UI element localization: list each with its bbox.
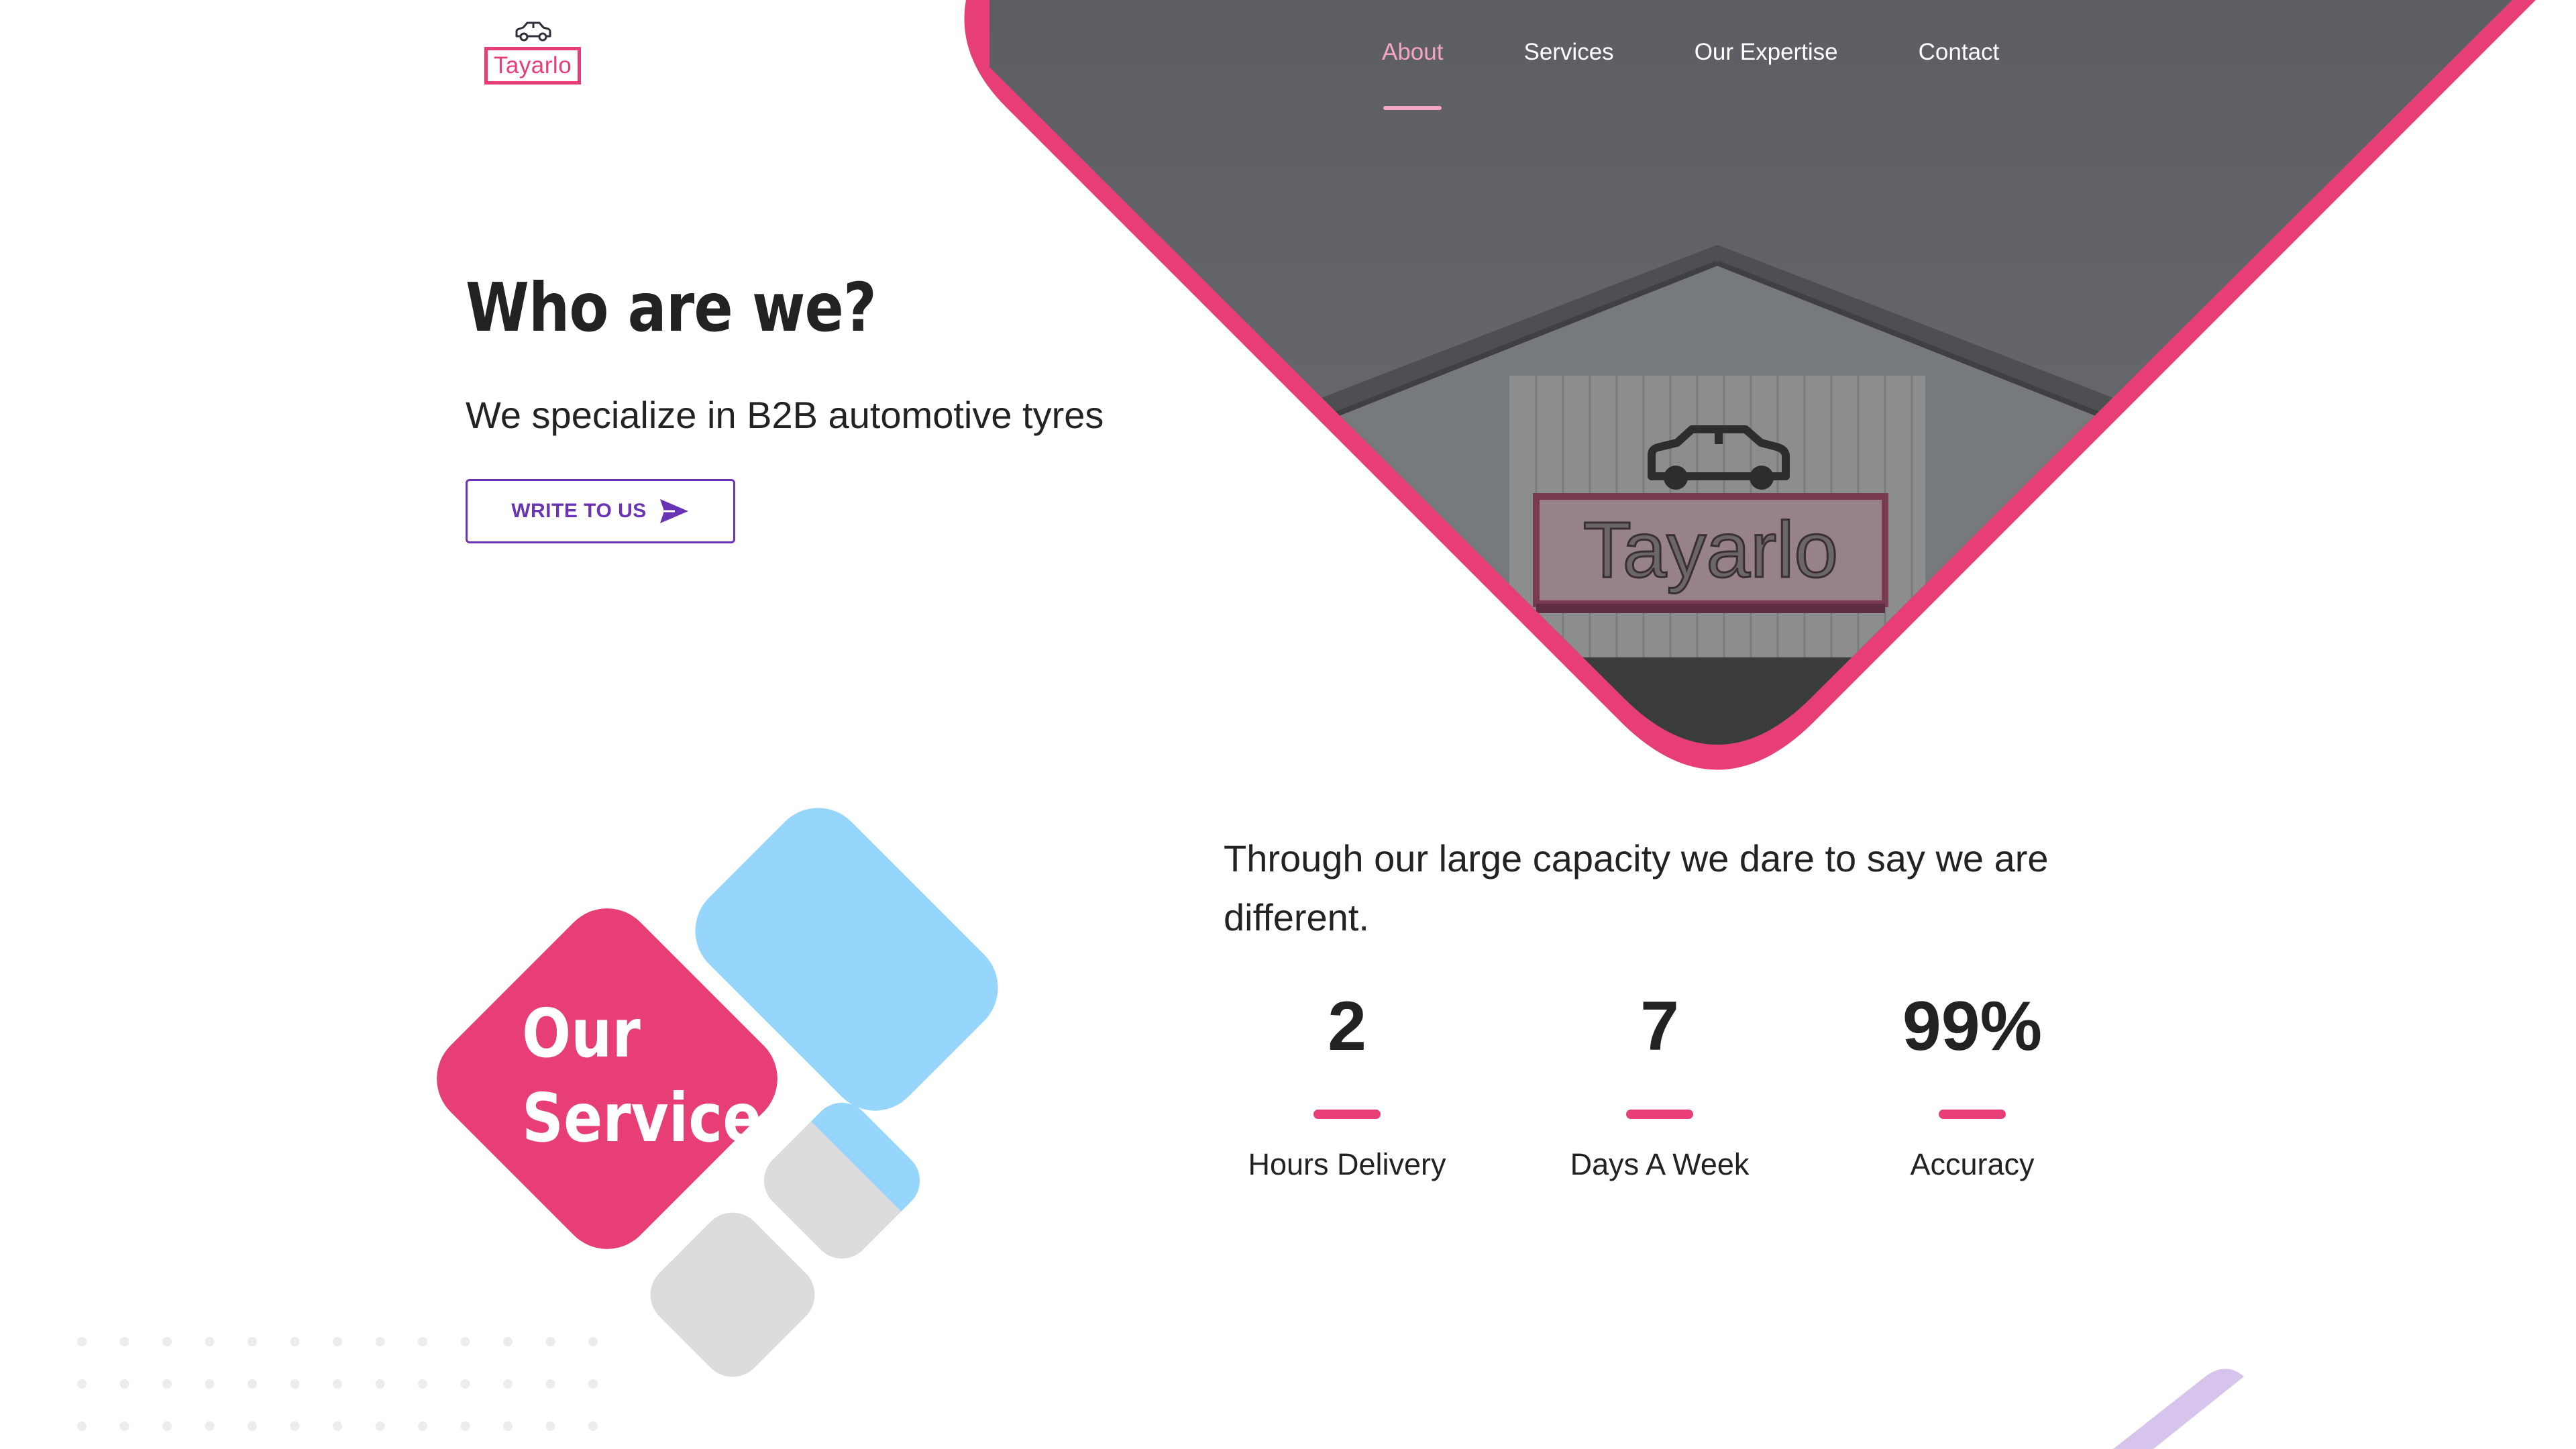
decorative-dot — [333, 1337, 342, 1346]
decorative-dot — [119, 1379, 129, 1389]
stat-value: 2 — [1328, 987, 1366, 1065]
decorative-dot — [333, 1421, 342, 1431]
decorative-dot — [375, 1337, 385, 1346]
decorative-dot — [119, 1337, 129, 1346]
decorative-dot — [248, 1337, 257, 1346]
decorative-dot — [205, 1421, 215, 1431]
car-icon — [515, 21, 551, 42]
decorative-dot — [162, 1337, 172, 1346]
decorative-dot — [418, 1379, 427, 1389]
write-to-us-button[interactable]: WRITE TO US — [466, 479, 735, 543]
nav-item-about[interactable]: About — [1382, 39, 1443, 110]
decorative-dot — [503, 1379, 513, 1389]
hero-subtitle: We specialize in B2B automotive tyres — [466, 394, 1104, 436]
decorative-dot — [333, 1379, 342, 1389]
stat-days-a-week: 7 Days A Week — [1505, 986, 1814, 1182]
decorative-dot — [545, 1379, 555, 1389]
sign-text: Tayarlo — [1583, 506, 1838, 594]
decorative-dot — [248, 1379, 257, 1389]
decorative-dot — [460, 1421, 470, 1431]
decorative-dot — [460, 1337, 470, 1346]
decorative-dot-grid — [77, 1337, 598, 1431]
decorative-dot — [503, 1337, 513, 1346]
decorative-dot — [588, 1379, 598, 1389]
write-to-us-label: WRITE TO US — [511, 500, 647, 522]
decorative-dot — [545, 1337, 555, 1346]
decorative-dot — [77, 1379, 87, 1389]
main-nav: About Services Our Expertise Contact — [1382, 39, 2080, 110]
stats-lead: Through our large capacity we dare to sa… — [1224, 837, 2049, 938]
decorative-dot — [588, 1337, 598, 1346]
decorative-dot — [503, 1421, 513, 1431]
decorative-dot — [162, 1379, 172, 1389]
gray-tile — [650, 1212, 815, 1377]
stat-value: 7 — [1640, 987, 1679, 1065]
stat-divider — [1939, 1110, 2006, 1119]
stat-label: Days A Week — [1570, 1147, 1750, 1181]
decorative-dot — [77, 1337, 87, 1346]
stat-divider — [1313, 1110, 1381, 1119]
decorative-dot — [162, 1421, 172, 1431]
send-icon — [659, 499, 688, 523]
decorative-dot — [290, 1379, 300, 1389]
stat-value: 99% — [1902, 987, 2043, 1065]
decorative-dot — [205, 1337, 215, 1346]
stat-accuracy: 99% Accuracy — [1818, 986, 2127, 1182]
decorative-dot — [460, 1379, 470, 1389]
nav-item-our-expertise[interactable]: Our Expertise — [1695, 39, 1838, 93]
service-title-line1: Our — [522, 994, 641, 1073]
stat-label: Accuracy — [1910, 1147, 2035, 1181]
decorative-dot — [418, 1421, 427, 1431]
brand-logo[interactable]: Tayarlo — [482, 16, 589, 90]
stat-hours-delivery: 2 Hours Delivery — [1193, 986, 1501, 1182]
hero-title: Who are we? — [466, 268, 877, 347]
decorative-dot — [248, 1421, 257, 1431]
decorative-dot — [205, 1379, 215, 1389]
decorative-dot — [375, 1421, 385, 1431]
stat-divider — [1626, 1110, 1693, 1119]
decorative-stripe — [2113, 1368, 2244, 1449]
service-title: Our Service — [522, 991, 762, 1161]
decorative-dot — [588, 1421, 598, 1431]
building-photo: Tayarlo — [989, 0, 2512, 745]
decorative-dot — [77, 1421, 87, 1431]
decorative-dot — [545, 1421, 555, 1431]
decorative-dot — [418, 1337, 427, 1346]
decorative-dot — [290, 1337, 300, 1346]
stat-label: Hours Delivery — [1248, 1147, 1446, 1181]
logo-wordmark: Tayarlo — [484, 47, 581, 85]
service-title-line2: Service — [522, 1079, 762, 1157]
nav-item-contact[interactable]: Contact — [1919, 39, 2000, 93]
decorative-dot — [375, 1379, 385, 1389]
hero-photo-frame: Tayarlo — [964, 0, 2536, 770]
nav-item-services[interactable]: Services — [1523, 39, 1613, 93]
decorative-dot — [290, 1421, 300, 1431]
decorative-dot — [119, 1421, 129, 1431]
